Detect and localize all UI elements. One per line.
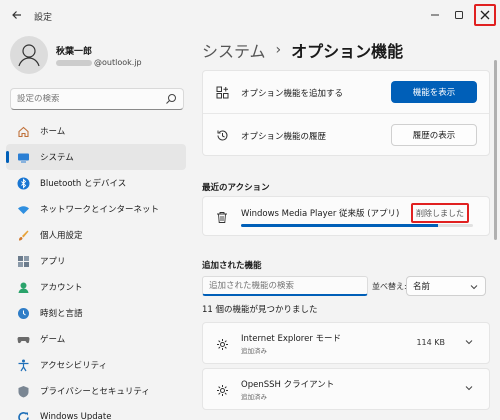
sidebar-item-home[interactable]: ホーム <box>6 118 186 144</box>
sidebar-item-accessibility[interactable]: アクセシビリティ <box>6 352 186 378</box>
time-language-icon <box>16 306 30 320</box>
add-feature-icon <box>215 85 229 99</box>
feature-search-input[interactable] <box>209 280 359 291</box>
user-profile[interactable]: 秋葉一郎 @outlook.jp <box>10 36 190 80</box>
feature-name: OpenSSH クライアント <box>241 380 335 390</box>
user-icon <box>18 44 40 67</box>
home-icon <box>16 124 30 138</box>
bluetooth-icon <box>16 176 30 190</box>
maximize-button[interactable] <box>448 4 470 26</box>
sidebar-item-label: ゲーム <box>40 335 66 345</box>
sidebar-item-label: Windows Update <box>40 412 112 420</box>
sidebar-item-system[interactable]: システム <box>6 144 186 170</box>
search-icon <box>166 94 176 104</box>
view-features-button[interactable]: 機能を表示 <box>391 81 477 103</box>
sidebar-item-apps[interactable]: アプリ <box>6 248 186 274</box>
feature-item[interactable]: OpenSSH クライアント 追加済み <box>202 368 490 410</box>
installed-features-heading: 追加された機能 <box>202 261 262 271</box>
sort-value: 名前 <box>413 282 431 292</box>
search-input[interactable] <box>17 94 157 104</box>
recent-action-item: Windows Media Player 従来版 (アプリ) 削除しました <box>202 196 490 236</box>
feature-size: 114 KB <box>416 338 445 347</box>
progress-fill <box>241 224 439 227</box>
sidebar-item-label: 個人用設定 <box>40 231 83 241</box>
sidebar-item-label: 時刻と言語 <box>40 309 83 319</box>
accessibility-icon <box>16 358 30 372</box>
view-history-button[interactable]: 履歴の表示 <box>391 124 477 146</box>
sidebar-item-privacy-security[interactable]: プライバシーとセキュリティ <box>6 378 186 404</box>
feature-name: Internet Explorer モード <box>241 334 342 344</box>
sidebar-item-label: プライバシーとセキュリティ <box>40 387 150 397</box>
sidebar-nav: ホーム システム Bluetooth とデバイス ネットワークとインターネット … <box>6 118 186 420</box>
shield-icon <box>16 384 30 398</box>
back-arrow-icon[interactable] <box>10 9 24 23</box>
sort-dropdown[interactable]: 名前 <box>406 276 486 296</box>
sidebar-item-label: アクセシビリティ <box>40 361 108 371</box>
trash-icon <box>215 210 229 224</box>
system-icon <box>16 150 30 164</box>
history-label: オプション機能の履歴 <box>241 132 327 142</box>
sidebar-item-label: Bluetooth とデバイス <box>40 179 127 189</box>
scrollbar[interactable] <box>494 60 497 240</box>
sidebar-item-personalization[interactable]: 個人用設定 <box>6 222 186 248</box>
sidebar-item-accounts[interactable]: アカウント <box>6 274 186 300</box>
email-suffix: @outlook.jp <box>94 58 142 67</box>
settings-search[interactable] <box>10 88 184 110</box>
sidebar-item-label: システム <box>40 153 74 163</box>
minimize-button[interactable] <box>424 4 446 26</box>
sidebar-item-network[interactable]: ネットワークとインターネット <box>6 196 186 222</box>
gear-icon <box>215 337 229 351</box>
apps-icon <box>16 254 30 268</box>
gear-icon <box>215 383 229 397</box>
recent-item-name: Windows Media Player 従来版 (アプリ) <box>241 209 400 219</box>
sidebar-item-label: ネットワークとインターネット <box>40 205 160 215</box>
history-icon <box>215 128 229 142</box>
add-feature-label: オプション機能を追加する <box>241 89 344 99</box>
sidebar-item-label: ホーム <box>40 127 66 137</box>
network-icon <box>16 202 30 216</box>
sidebar-item-gaming[interactable]: ゲーム <box>6 326 186 352</box>
chevron-down-icon <box>470 285 478 290</box>
user-email: @outlook.jp <box>56 58 142 67</box>
feature-status: 追加済み <box>241 393 267 401</box>
email-blurred-part <box>56 59 92 66</box>
account-icon <box>16 280 30 294</box>
window-title: 設定 <box>34 13 53 23</box>
feature-count: 11 個の機能が見つかりました <box>202 305 318 315</box>
avatar <box>10 36 48 74</box>
user-name: 秋葉一郎 <box>56 47 93 57</box>
sidebar-item-label: アプリ <box>40 257 66 267</box>
sort-label: 並べ替え: <box>372 282 407 291</box>
status-badge: 削除しました <box>411 203 469 223</box>
breadcrumb-separator: › <box>275 42 282 58</box>
breadcrumb: システム › オプション機能 <box>202 38 403 62</box>
chevron-down-icon[interactable] <box>463 336 475 348</box>
recent-actions-heading: 最近のアクション <box>202 183 270 193</box>
game-icon <box>16 332 30 346</box>
update-icon <box>16 410 30 420</box>
chevron-down-icon[interactable] <box>463 382 475 394</box>
feature-actions-card: オプション機能を追加する 機能を表示 オプション機能の履歴 履歴の表示 <box>202 70 490 156</box>
page-title: オプション機能 <box>291 42 404 61</box>
removal-progress-bar <box>241 224 473 227</box>
sidebar-item-windows-update[interactable]: Windows Update <box>6 404 186 420</box>
brush-icon <box>16 228 30 242</box>
close-icon <box>480 10 490 20</box>
breadcrumb-parent[interactable]: システム <box>202 38 266 62</box>
sidebar-item-label: アカウント <box>40 283 83 293</box>
sidebar-item-time-language[interactable]: 時刻と言語 <box>6 300 186 326</box>
feature-item[interactable]: Internet Explorer モード 追加済み 114 KB <box>202 322 490 364</box>
feature-status: 追加済み <box>241 347 267 355</box>
sidebar-item-bluetooth[interactable]: Bluetooth とデバイス <box>6 170 186 196</box>
close-button[interactable] <box>474 4 496 26</box>
title-bar: 設定 <box>0 0 500 32</box>
installed-features-search[interactable] <box>202 276 368 296</box>
card-divider <box>203 113 489 114</box>
